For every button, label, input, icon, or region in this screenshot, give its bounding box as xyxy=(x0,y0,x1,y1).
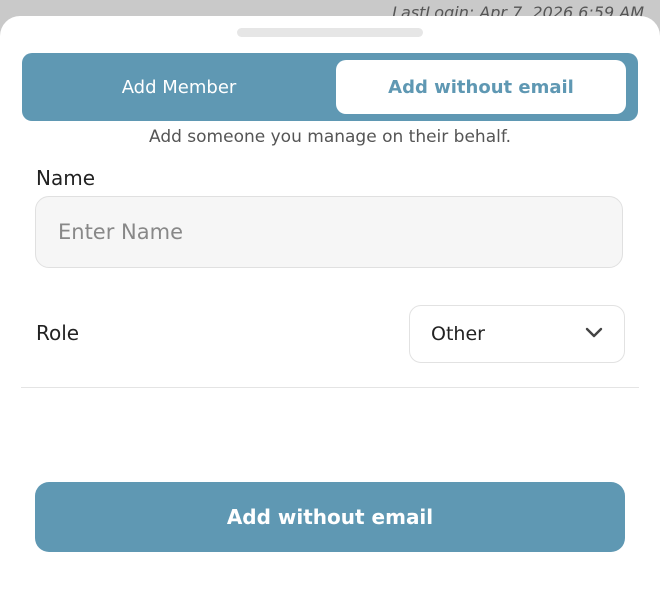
name-input[interactable] xyxy=(35,196,623,268)
role-label: Role xyxy=(36,321,80,345)
chevron-down-icon xyxy=(585,327,603,338)
tab-add-member[interactable]: Add Member xyxy=(22,53,336,121)
sheet-grabber-handle[interactable] xyxy=(237,28,423,37)
add-mode-segmented-control: Add Member Add without email xyxy=(22,53,638,121)
role-select[interactable]: Other xyxy=(409,305,625,363)
role-selected-value: Other xyxy=(431,323,485,345)
name-label: Name xyxy=(36,166,96,190)
mode-description: Add someone you manage on their behalf. xyxy=(148,127,511,147)
divider xyxy=(21,387,639,388)
add-without-email-button[interactable]: Add without email xyxy=(35,482,625,552)
tab-add-without-email[interactable]: Add without email xyxy=(336,60,626,114)
